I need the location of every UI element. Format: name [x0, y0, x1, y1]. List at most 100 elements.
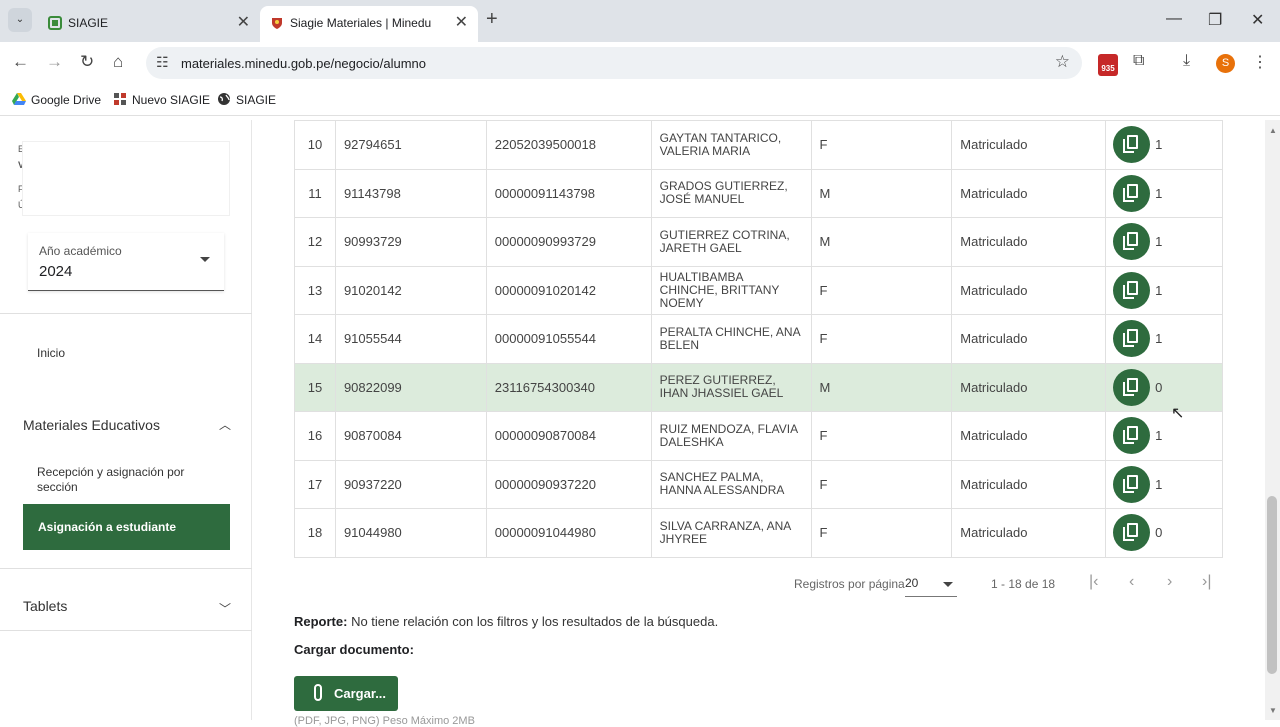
materials-list-icon[interactable] — [1113, 514, 1151, 552]
bookmarks-bar: Google Drive Nuevo SIAGIE SIAGIE — [0, 84, 1280, 116]
sidebar-group-tablets[interactable]: Tablets — [23, 598, 67, 614]
cell-dni: 90993729 — [334, 217, 487, 267]
rows-per-page-select[interactable]: 20 — [905, 576, 957, 597]
chevron-down-icon[interactable]: ﹀ — [219, 600, 231, 617]
cell-sexo: F — [810, 265, 953, 315]
table-row[interactable]: 12 90993729 00000090993729 GUTIERREZ COTRIN… — [294, 217, 1223, 267]
cell-estado: Matriculado — [951, 168, 1107, 218]
globe-icon — [218, 93, 230, 105]
report-note: Reporte: No tiene relación con los filtr… — [294, 614, 718, 629]
minimize-icon[interactable]: — — [1166, 10, 1182, 28]
user-info-panel — [23, 142, 229, 215]
table-row[interactable]: 10 92794651 22052039500018 GAYTAN TANTARICO… — [294, 120, 1223, 170]
chevron-up-icon[interactable]: ︿ — [219, 416, 231, 433]
home-icon[interactable]: ⌂ — [113, 52, 123, 72]
cell-codigo: 00000091020142 — [485, 265, 652, 315]
table-row[interactable]: 14 91055544 00000091055544 PERALTA CHINCHE,… — [294, 314, 1223, 364]
materials-count: 1 — [1155, 476, 1163, 492]
cell-n: 17 — [294, 459, 336, 509]
cell-codigo: 00000091055544 — [485, 314, 652, 364]
materials-list-icon[interactable] — [1113, 223, 1151, 261]
bookmark-siagie[interactable]: SIAGIE — [217, 92, 276, 107]
google-drive-icon — [12, 93, 26, 105]
table-row[interactable]: 13 91020142 00000091020142 HUALTIBAMBA CHIN… — [294, 265, 1223, 315]
bookmark-star-icon[interactable]: ☆ — [1055, 52, 1070, 72]
download-icon[interactable]: ⤓ — [1183, 52, 1190, 70]
bookmark-google-drive[interactable]: Google Drive — [12, 92, 101, 107]
tab-search-chevron-icon[interactable]: ⌄ — [8, 8, 32, 32]
materials-list-icon[interactable] — [1113, 320, 1151, 358]
cell-estado: Matriculado — [951, 265, 1107, 315]
last-page-icon[interactable]: ›| — [1202, 573, 1211, 591]
cell-estado: Matriculado — [951, 459, 1107, 509]
cell-sexo: M — [810, 217, 953, 267]
first-page-icon[interactable]: |‹ — [1089, 573, 1098, 591]
url-text[interactable]: materiales.minedu.gob.pe/negocio/alumno — [181, 56, 426, 71]
reload-icon[interactable]: ↻ — [80, 52, 94, 72]
restore-icon[interactable]: ❐ — [1208, 10, 1222, 30]
upload-title: Cargar documento: — [294, 642, 414, 657]
cell-dni: 91055544 — [334, 314, 487, 364]
omnibox[interactable]: ☷ materiales.minedu.gob.pe/negocio/alumn… — [146, 47, 1082, 79]
next-page-icon[interactable]: › — [1167, 573, 1172, 591]
dropdown-arrow-icon — [200, 257, 210, 262]
materials-count: 1 — [1155, 137, 1163, 153]
page-scrollbar[interactable]: ▲ ▼ — [1265, 120, 1280, 720]
browser-tab-bar: ⌄ SIAGIE ✕ Siagie Materiales | Minedu ✕ … — [0, 0, 1280, 42]
extensions-puzzle-icon[interactable]: ⧉ — [1133, 52, 1144, 70]
extension-badge-icon[interactable]: 935 — [1098, 54, 1118, 76]
table-row[interactable]: 11 91143798 00000091143798 GRADOS GUTIERREZ… — [294, 168, 1223, 218]
scroll-up-icon[interactable]: ▲ — [1269, 126, 1277, 135]
close-tab-icon[interactable]: ✕ — [455, 12, 468, 32]
table-row[interactable]: 17 90937220 00000090937220 SANCHEZ PALMA, H… — [294, 459, 1223, 509]
cell-actions: 1 — [1105, 411, 1223, 461]
close-tab-icon[interactable]: ✕ — [237, 12, 250, 32]
window-close-icon[interactable]: ✕ — [1251, 10, 1264, 30]
forward-icon[interactable]: → — [46, 52, 63, 72]
materials-count: 1 — [1155, 185, 1163, 201]
back-icon[interactable]: ← — [12, 52, 29, 72]
cell-n: 10 — [294, 120, 336, 170]
tab-siagie-materiales[interactable]: Siagie Materiales | Minedu ✕ — [260, 6, 478, 42]
table-row[interactable]: 18 91044980 00000091044980 SILVA CARRANZA, … — [294, 508, 1223, 558]
scroll-down-icon[interactable]: ▼ — [1269, 706, 1277, 715]
bookmark-nuevo-siagie[interactable]: Nuevo SIAGIE — [113, 92, 210, 107]
siagie-favicon-icon — [48, 16, 62, 30]
materials-list-icon[interactable] — [1113, 465, 1151, 503]
cell-codigo: 00000091044980 — [485, 508, 652, 558]
sidebar: E V F Ú Año académico 2024 Inicio Materi… — [0, 120, 252, 720]
cell-sexo: F — [810, 508, 953, 558]
table-row[interactable]: 15 90822099 23116754300340 PEREZ GUTIERREZ,… — [294, 362, 1223, 412]
cell-estado: Matriculado — [951, 314, 1107, 364]
academic-year-value: 2024 — [39, 263, 73, 280]
cell-sexo: M — [810, 362, 953, 412]
materials-list-icon[interactable] — [1113, 126, 1151, 164]
materials-list-icon[interactable] — [1113, 174, 1151, 212]
new-tab-icon[interactable]: + — [486, 8, 498, 31]
materials-count: 1 — [1155, 331, 1163, 347]
materials-list-icon[interactable] — [1113, 271, 1151, 309]
cell-estado: Matriculado — [951, 362, 1107, 412]
materials-list-icon[interactable] — [1113, 417, 1151, 455]
profile-avatar[interactable]: S — [1216, 54, 1235, 73]
sidebar-item-asignacion-estudiante[interactable]: Asignación a estudiante — [23, 504, 230, 550]
sidebar-item-inicio[interactable]: Inicio — [37, 346, 65, 360]
cell-sexo: F — [810, 411, 953, 461]
cell-dni: 91020142 — [334, 265, 487, 315]
minedu-crest-icon — [272, 18, 282, 29]
pagination-range: 1 - 18 de 18 — [991, 577, 1056, 591]
academic-year-label: Año académico — [39, 244, 122, 258]
previous-page-icon[interactable]: ‹ — [1129, 573, 1134, 591]
scrollbar-thumb[interactable] — [1267, 496, 1277, 674]
more-menu-icon[interactable]: ⋮ — [1252, 52, 1268, 72]
tab-siagie[interactable]: SIAGIE ✕ — [38, 6, 260, 42]
site-info-icon[interactable]: ☷ — [156, 54, 169, 71]
sidebar-group-materiales[interactable]: Materiales Educativos — [23, 417, 160, 433]
table-row[interactable]: 16 90870084 00000090870084 RUIZ MENDOZA, FL… — [294, 411, 1223, 461]
sidebar-item-recepcion[interactable]: Recepción y asignación por sección — [37, 465, 207, 495]
upload-button[interactable]: Cargar... — [294, 676, 398, 711]
academic-year-select[interactable]: Año académico 2024 — [28, 233, 224, 291]
materials-list-icon[interactable] — [1113, 368, 1151, 406]
cell-actions: 1 — [1105, 217, 1223, 267]
cell-actions: 1 — [1105, 120, 1223, 170]
